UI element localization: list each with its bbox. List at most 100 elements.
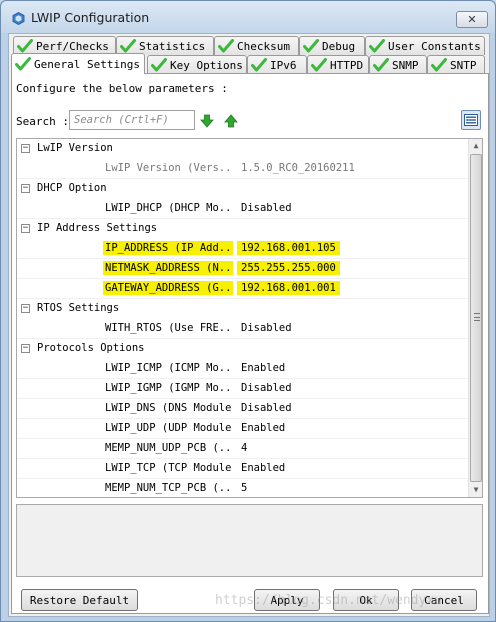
show-description-button[interactable]: [461, 110, 481, 130]
group-label: DHCP Option: [37, 182, 107, 194]
param-value[interactable]: Disabled: [237, 401, 296, 415]
check-icon: [303, 39, 319, 53]
param-value[interactable]: Enabled: [237, 361, 289, 375]
tab-checksum[interactable]: Checksum: [214, 36, 299, 55]
collapse-icon[interactable]: −: [21, 144, 30, 153]
button-label: Ok: [359, 593, 373, 607]
tab-label: SNMP: [392, 58, 419, 72]
param-row-lwip-dns[interactable]: LWIP_DNS (DNS Module) Disabled: [17, 399, 468, 419]
param-value: 1.5.0_RC0_20160211: [241, 162, 355, 174]
tab-snmp[interactable]: SNMP: [369, 55, 427, 74]
window-title: LWIP Configuration: [31, 10, 150, 25]
param-row-memp-num-tcp-pcb[interactable]: MEMP_NUM_TCP_PCB (... 5: [17, 479, 468, 497]
tab-httpd[interactable]: HTTPD: [307, 55, 369, 74]
dialog-client-area: Perf/Checks Statistics Checksum Debug Us…: [8, 33, 490, 617]
param-row-memp-num-udp-pcb[interactable]: MEMP_NUM_UDP_PCB (... 4: [17, 439, 468, 459]
param-name: MEMP_NUM_TCP_PCB (...: [105, 482, 233, 494]
param-row-lwip-version[interactable]: LwIP Version (Vers... 1.5.0_RC0_20160211: [17, 159, 468, 179]
close-icon: ✕: [467, 13, 477, 26]
param-row-gateway-address[interactable]: GATEWAY_ADDRESS (G... 192.168.001.001: [17, 279, 468, 299]
title-bar[interactable]: LWIP Configuration ✕: [1, 1, 495, 33]
param-name: LWIP_DHCP (DHCP Mo...: [105, 202, 233, 214]
param-value[interactable]: Enabled: [237, 421, 289, 435]
param-name: LWIP_IGMP (IGMP Mo...: [105, 382, 233, 394]
collapse-icon[interactable]: −: [21, 304, 30, 313]
button-label: Restore Default: [29, 593, 130, 607]
ok-button[interactable]: Ok: [333, 589, 399, 611]
param-value[interactable]: 192.168.001.105: [237, 241, 340, 255]
param-value[interactable]: Disabled: [237, 381, 296, 395]
param-value[interactable]: Enabled: [237, 461, 289, 475]
check-icon: [373, 58, 389, 72]
arrow-down-icon[interactable]: [200, 114, 214, 128]
param-row-lwip-igmp[interactable]: LWIP_IGMP (IGMP Mo... Disabled: [17, 379, 468, 399]
restore-default-button[interactable]: Restore Default: [21, 589, 138, 611]
param-row-lwip-icmp[interactable]: LWIP_ICMP (ICMP Mo... Enabled: [17, 359, 468, 379]
param-name: NETMASK_ADDRESS (N...: [103, 261, 233, 275]
check-icon: [369, 39, 385, 53]
param-value[interactable]: 255.255.255.000: [237, 261, 340, 275]
tab-general-settings[interactable]: General Settings: [11, 53, 145, 74]
param-value[interactable]: 4: [237, 441, 251, 455]
check-icon: [311, 58, 327, 72]
collapse-icon[interactable]: −: [21, 224, 30, 233]
check-icon: [431, 58, 447, 72]
param-name: LWIP_DNS (DNS Module): [105, 402, 233, 414]
tab-label: Checksum: [237, 39, 290, 53]
tab-debug[interactable]: Debug: [299, 36, 365, 55]
param-value[interactable]: Disabled: [237, 321, 296, 335]
tab-label: HTTPD: [330, 58, 364, 72]
param-row-lwip-udp[interactable]: LWIP_UDP (UDP Module) Enabled: [17, 419, 468, 439]
search-input[interactable]: [69, 110, 195, 130]
list-view-icon: [464, 114, 478, 126]
scroll-down-arrow-icon[interactable]: ▼: [469, 483, 482, 497]
group-lwip-version[interactable]: − LwIP Version: [17, 139, 468, 159]
close-button[interactable]: ✕: [456, 11, 488, 28]
grip-icon: [474, 313, 480, 321]
cancel-button[interactable]: Cancel: [411, 589, 477, 611]
check-icon: [15, 57, 31, 71]
app-icon: [12, 12, 25, 25]
group-rtos-settings[interactable]: − RTOS Settings: [17, 299, 468, 319]
group-dhcp-option[interactable]: − DHCP Option: [17, 179, 468, 199]
collapse-icon[interactable]: −: [21, 184, 30, 193]
tab-label: Key Options: [170, 58, 243, 72]
description-panel: [16, 504, 483, 577]
param-name: LWIP_ICMP (ICMP Mo...: [105, 362, 233, 374]
param-name: IP_ADDRESS (IP Add...: [103, 241, 233, 255]
group-label: Protocols Options: [37, 342, 145, 354]
tab-ipv6[interactable]: IPv6: [247, 55, 307, 74]
param-value[interactable]: 5: [237, 481, 251, 495]
param-row-netmask-address[interactable]: NETMASK_ADDRESS (N... 255.255.255.000: [17, 259, 468, 279]
param-value[interactable]: Disabled: [237, 201, 296, 215]
param-value[interactable]: 192.168.001.001: [237, 281, 340, 295]
vertical-scrollbar[interactable]: ▲ ▼: [468, 139, 482, 497]
collapse-icon[interactable]: −: [21, 344, 30, 353]
tab-label: SNTP: [450, 58, 477, 72]
parameters-tree: − LwIP Version LwIP Version (Vers... 1.5…: [16, 138, 483, 498]
tab-sntp[interactable]: SNTP: [427, 55, 485, 74]
group-ip-address-settings[interactable]: − IP Address Settings: [17, 219, 468, 239]
tab-user-constants[interactable]: User Constants: [365, 36, 485, 55]
param-name: LWIP_TCP (TCP Module): [105, 462, 233, 474]
search-label: Search :: [16, 115, 69, 128]
param-row-lwip-tcp[interactable]: LWIP_TCP (TCP Module) Enabled: [17, 459, 468, 479]
group-protocols-options[interactable]: − Protocols Options: [17, 339, 468, 359]
apply-button[interactable]: Apply: [254, 589, 320, 611]
button-label: Cancel: [424, 593, 464, 607]
param-row-ip-address[interactable]: IP_ADDRESS (IP Add... 192.168.001.105: [17, 239, 468, 259]
param-row-lwip-dhcp[interactable]: LWIP_DHCP (DHCP Mo... Disabled: [17, 199, 468, 219]
group-label: LwIP Version: [37, 142, 113, 154]
instructions-text: Configure the below parameters :: [16, 82, 228, 95]
tab-label: Perf/Checks: [36, 39, 109, 53]
scroll-up-arrow-icon[interactable]: ▲: [469, 139, 482, 153]
param-row-with-rtos[interactable]: WITH_RTOS (Use FRE... Disabled: [17, 319, 468, 339]
group-label: RTOS Settings: [37, 302, 120, 314]
tab-key-options[interactable]: Key Options: [147, 55, 247, 74]
param-name: LWIP_UDP (UDP Module): [105, 422, 233, 434]
arrow-up-icon[interactable]: [224, 114, 238, 128]
scrollbar-thumb[interactable]: [470, 154, 482, 482]
check-icon: [120, 39, 136, 53]
param-name: WITH_RTOS (Use FRE...: [105, 322, 233, 334]
general-settings-panel: Configure the below parameters : Search …: [11, 73, 489, 614]
